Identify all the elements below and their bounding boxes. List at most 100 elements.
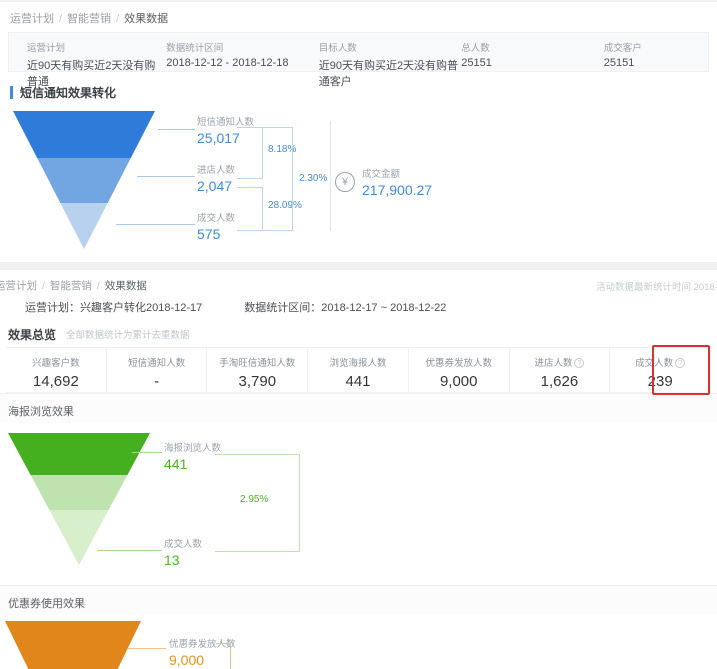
info-label: 运营计划 bbox=[27, 40, 166, 54]
stage-label: 海报浏览人数 bbox=[164, 440, 221, 454]
stat-value: 14,692 bbox=[6, 373, 106, 390]
stat-label: 成交人数? bbox=[610, 355, 710, 369]
info-value: 2018-12-12 - 2018-12-18 bbox=[166, 57, 318, 69]
stage-poster-deal: 成交人数 13 bbox=[164, 536, 202, 568]
breadcrumb-plan[interactable]: 运营计划 bbox=[0, 280, 37, 292]
info-icon[interactable]: ? bbox=[574, 358, 584, 368]
stat-store-visits: 进店人数? 1,626 bbox=[510, 348, 611, 392]
leader-line bbox=[97, 550, 162, 551]
info-col-total-count: 总人数 25151 bbox=[461, 40, 604, 63]
info-label: 成交客户 bbox=[604, 40, 690, 54]
stage-label: 成交人数 bbox=[164, 536, 202, 550]
stat-coupons-issued: 优惠券发放人数 9,000 bbox=[409, 348, 510, 392]
stat-date-range: 数据统计区间：2018-12-17 ~ 2018-12-22 bbox=[244, 299, 446, 315]
funnel-band-issued bbox=[5, 621, 141, 669]
stat-label: 兴趣客户数 bbox=[6, 355, 106, 369]
stage-label: 短信通知人数 bbox=[197, 114, 254, 128]
breadcrumb-separator: / bbox=[59, 13, 62, 25]
leader-line bbox=[137, 176, 195, 177]
info-col-deal-customers: 成交客户 25151 bbox=[604, 40, 690, 63]
stage-label: 进店人数 bbox=[197, 162, 235, 176]
stat-label: 进店人数? bbox=[510, 355, 610, 369]
breadcrumb-plan[interactable]: 运营计划 bbox=[10, 13, 54, 25]
deal-amount-value: 217,900.27 bbox=[362, 182, 432, 198]
stat-value: 9,000 bbox=[409, 373, 509, 390]
stat-interest-customers: 兴趣客户数 14,692 bbox=[6, 348, 107, 392]
breadcrumb-marketing[interactable]: 智能营销 bbox=[50, 280, 92, 292]
coupon-funnel-shape bbox=[5, 621, 141, 669]
info-label: 目标人数 bbox=[319, 40, 462, 54]
section-title-coupon-effect: 优惠券使用效果 bbox=[0, 585, 717, 615]
stage-value: 2,047 bbox=[197, 178, 235, 194]
currency-yen-icon: ¥ bbox=[335, 172, 355, 192]
stat-label: 优惠券发放人数 bbox=[409, 355, 509, 369]
stage-store-visit: 进店人数 2,047 bbox=[197, 162, 235, 194]
stat-sms-notified: 短信通知人数 - bbox=[107, 348, 208, 392]
section-title-poster-effect: 海报浏览效果 bbox=[0, 393, 717, 423]
breadcrumb-separator: / bbox=[42, 280, 45, 292]
stat-value: 441 bbox=[308, 373, 408, 390]
stat-label: 浏览海报人数 bbox=[308, 355, 408, 369]
leader-line bbox=[132, 452, 162, 453]
coupon-funnel-chart: 优惠券发放人数 9,000 bbox=[0, 615, 717, 669]
stage-value: 575 bbox=[197, 226, 235, 242]
breadcrumb-marketing[interactable]: 智能营销 bbox=[67, 13, 111, 25]
poster-funnel-chart: 海报浏览人数 441 成交人数 13 2.95% bbox=[0, 423, 717, 585]
plan-name: 运营计划：兴趣客户转化2018-12-17 bbox=[25, 299, 202, 315]
info-label: 总人数 bbox=[461, 40, 604, 54]
stage-deal: 成交人数 575 bbox=[197, 210, 235, 242]
funnel-band-visited bbox=[13, 158, 155, 203]
title-accent-bar bbox=[10, 86, 13, 99]
stat-value: 1,626 bbox=[510, 373, 610, 390]
conversion-rate-overall: 2.95% bbox=[240, 494, 268, 505]
breadcrumb: 运营计划 / 智能营销 / 效果数据 活动数据最新统计时间 2018-12 bbox=[0, 270, 717, 297]
plan-summary-row: 运营计划：兴趣客户转化2018-12-17 数据统计区间：2018-12-17 … bbox=[0, 297, 717, 321]
info-value: 近90天有购买近2天没有购普通客户 bbox=[319, 57, 462, 89]
sms-funnel-chart: 短信通知人数 25,017 进店人数 2,047 成交人数 575 8.18% … bbox=[0, 100, 717, 266]
leader-line bbox=[128, 648, 166, 649]
stat-label: 短信通知人数 bbox=[107, 355, 207, 369]
breadcrumb-effect-data: 效果数据 bbox=[124, 13, 168, 25]
section-title-text: 短信通知效果转化 bbox=[20, 84, 116, 101]
poster-funnel-shape bbox=[8, 433, 150, 565]
info-icon[interactable]: ? bbox=[675, 358, 685, 368]
overview-header: 效果总览 全部数据统计为累计去重数据 bbox=[0, 321, 717, 347]
info-col-plan: 运营计划 近90天有购买近2天没有购普通 bbox=[27, 40, 166, 63]
campaign-effect-card: 运营计划 / 智能营销 / 效果数据 活动数据最新统计时间 2018-12 运营计划：兴… bbox=[0, 270, 717, 669]
stat-wangxin-notified: 手淘旺信通知人数 3,790 bbox=[207, 348, 308, 392]
stat-poster-views: 浏览海报人数 441 bbox=[308, 348, 409, 392]
info-value: 25151 bbox=[604, 57, 690, 69]
rate-bracket-partial bbox=[216, 643, 231, 669]
stage-label: 成交人数 bbox=[197, 210, 235, 224]
stat-value: 239 bbox=[610, 373, 710, 390]
breadcrumb-separator: / bbox=[116, 13, 119, 25]
info-label: 数据统计区间 bbox=[166, 40, 318, 54]
funnel-band-views bbox=[8, 433, 150, 475]
breadcrumb-effect-data: 效果数据 bbox=[105, 280, 147, 292]
funnel-band-deal bbox=[8, 510, 150, 565]
plan-info-bar: 运营计划 近90天有购买近2天没有购普通 数据统计区间 2018-12-12 -… bbox=[8, 32, 709, 72]
funnel-band-deal bbox=[13, 203, 155, 249]
last-updated-time: 活动数据最新统计时间 2018-12 bbox=[596, 279, 717, 293]
amount-divider bbox=[330, 121, 331, 231]
overview-stats-table: 兴趣客户数 14,692 短信通知人数 - 手淘旺信通知人数 3,790 浏览海… bbox=[6, 347, 711, 393]
info-col-target-audience: 目标人数 近90天有购买近2天没有购普通客户 bbox=[319, 40, 462, 63]
conversion-rate-overall: 2.30% bbox=[299, 173, 327, 184]
stage-poster-views: 海报浏览人数 441 bbox=[164, 440, 221, 472]
rate-bracket-overall bbox=[247, 127, 293, 231]
overview-note: 全部数据统计为累计去重数据 bbox=[66, 327, 190, 341]
deal-amount: 成交金额 217,900.27 bbox=[362, 166, 432, 198]
effect-data-page: 运营计划 / 智能营销 / 效果数据 运营计划 近90天有购买近2天没有购普通 数据统计… bbox=[0, 0, 717, 669]
info-col-date-range: 数据统计区间 2018-12-12 - 2018-12-18 bbox=[166, 40, 318, 63]
breadcrumb-separator: / bbox=[97, 280, 100, 292]
leader-line bbox=[116, 224, 195, 225]
leader-line bbox=[158, 129, 195, 130]
sms-funnel-shape bbox=[13, 111, 155, 249]
info-value: 25151 bbox=[461, 57, 604, 69]
stat-label: 手淘旺信通知人数 bbox=[207, 355, 307, 369]
breadcrumb: 运营计划 / 智能营销 / 效果数据 bbox=[0, 2, 717, 30]
stat-deals: 成交人数? 239 bbox=[610, 348, 711, 392]
stat-value: 3,790 bbox=[207, 373, 307, 390]
sms-effect-card: 运营计划 / 智能营销 / 效果数据 运营计划 近90天有购买近2天没有购普通 数据统计… bbox=[0, 2, 717, 262]
funnel-band-mid bbox=[8, 475, 150, 510]
